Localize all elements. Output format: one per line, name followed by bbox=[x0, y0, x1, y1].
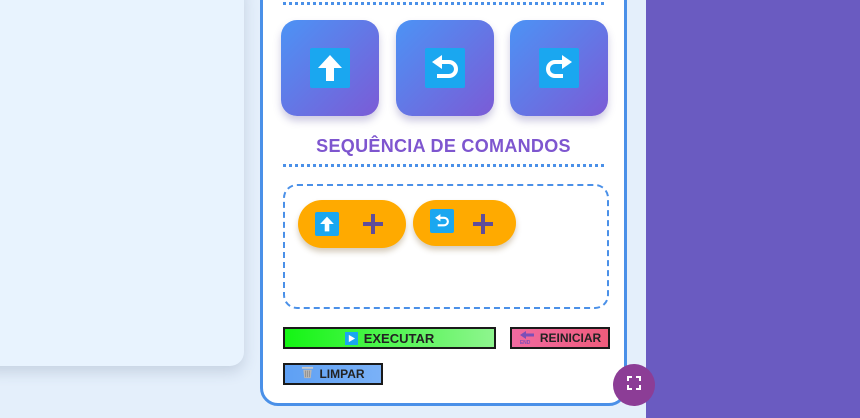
turn-left-icon bbox=[430, 209, 454, 233]
fullscreen-button[interactable] bbox=[613, 364, 655, 406]
sequence-title: SEQUÊNCIA DE COMANDOS bbox=[316, 136, 571, 156]
plus-icon[interactable] bbox=[471, 212, 495, 236]
turn-right-command-button[interactable] bbox=[510, 20, 608, 116]
reset-button[interactable]: END REINICIAR bbox=[510, 327, 610, 349]
command-panel: SEQUÊNCIA DE COMANDOS EXECUTAR END REINI… bbox=[260, 0, 627, 406]
turn-left-icon bbox=[425, 48, 465, 88]
clear-button[interactable]: LIMPAR bbox=[283, 363, 383, 385]
turn-left-command-button[interactable] bbox=[396, 20, 494, 116]
play-icon bbox=[344, 331, 358, 345]
background-panel bbox=[646, 0, 860, 418]
execute-button[interactable]: EXECUTAR bbox=[283, 327, 496, 349]
arrow-up-icon bbox=[315, 212, 339, 236]
left-panel bbox=[0, 0, 244, 366]
turn-right-icon bbox=[539, 48, 579, 88]
execute-label: EXECUTAR bbox=[363, 330, 435, 346]
divider bbox=[283, 164, 604, 167]
sequence-item[interactable] bbox=[298, 200, 406, 248]
divider bbox=[283, 2, 604, 5]
sequence-item[interactable] bbox=[413, 200, 516, 246]
arrow-up-icon bbox=[310, 48, 350, 88]
plus-icon[interactable] bbox=[361, 212, 385, 236]
fullscreen-icon bbox=[627, 375, 641, 395]
forward-command-button[interactable] bbox=[281, 20, 379, 116]
end-icon: END bbox=[519, 330, 535, 346]
end-icon-text: END bbox=[519, 340, 531, 346]
clear-label: LIMPAR bbox=[319, 367, 365, 381]
reset-label: REINICIAR bbox=[539, 331, 602, 345]
sequence-area[interactable] bbox=[283, 184, 609, 309]
trash-icon bbox=[301, 366, 314, 382]
